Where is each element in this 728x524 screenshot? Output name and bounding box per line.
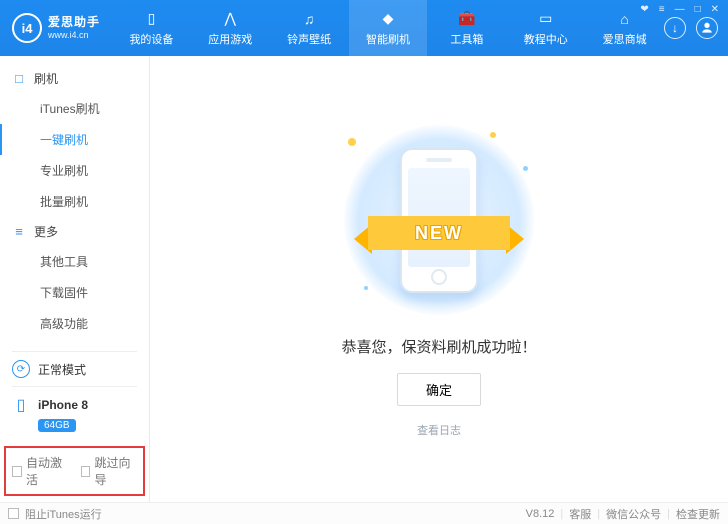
device-mode[interactable]: ⟳ 正常模式 — [12, 351, 137, 386]
book-icon: ▭ — [537, 10, 555, 28]
tab-book[interactable]: ▭ 教程中心 — [506, 0, 585, 56]
auto-activate-checkbox[interactable]: 自动激活 — [12, 454, 69, 488]
sidebar-item[interactable]: 专业刷机 — [0, 155, 149, 186]
tab-label: 应用游戏 — [208, 31, 252, 47]
tab-label: 我的设备 — [129, 31, 173, 47]
version-label: V8.12 — [526, 508, 555, 520]
sidebar-item[interactable]: 下载固件 — [0, 277, 149, 308]
sidebar-options: 自动激活 跳过向导 — [4, 446, 145, 496]
tab-phone[interactable]: ▯ 我的设备 — [112, 0, 191, 56]
logo-mark-icon: i4 — [12, 13, 42, 43]
user-icon — [699, 20, 715, 36]
sidebar-item[interactable]: iTunes刷机 — [0, 93, 149, 124]
wechat-link[interactable]: 微信公众号 — [606, 506, 661, 522]
tab-label: 爱思商城 — [603, 31, 647, 47]
music-icon: ♫ — [300, 10, 318, 28]
shop-icon: ⌂ — [616, 10, 634, 28]
tab-flash[interactable]: ◆ 智能刷机 — [349, 0, 428, 56]
tab-music[interactable]: ♫ 铃声壁纸 — [270, 0, 349, 56]
support-link[interactable]: 客服 — [569, 506, 591, 522]
tab-apps[interactable]: ⋀ 应用游戏 — [191, 0, 270, 56]
category-label: 更多 — [34, 223, 58, 240]
category-icon: □ — [12, 71, 26, 86]
apps-icon: ⋀ — [221, 10, 239, 28]
ribbon-text: NEW — [368, 216, 510, 250]
tab-toolbox[interactable]: 🧰 工具箱 — [427, 0, 506, 56]
block-itunes-label: 阻止iTunes运行 — [25, 506, 102, 522]
maximize-icon[interactable]: □ — [692, 4, 704, 15]
device-info[interactable]: ▯ iPhone 8 64GB — [12, 386, 137, 440]
storage-badge: 64GB — [38, 419, 76, 432]
status-bar: 阻止iTunes运行 V8.12 | 客服 | 微信公众号 | 检查更新 — [0, 502, 728, 524]
logo-brand: 爱思助手 — [48, 16, 100, 30]
header-tabs: ▯ 我的设备 ⋀ 应用游戏 ♫ 铃声壁纸 ◆ 智能刷机 🧰 工具箱 ▭ 教程中心 ⌂ 爱思商城 — [112, 0, 664, 56]
close-icon[interactable]: ✕ — [708, 4, 722, 15]
tab-label: 铃声壁纸 — [287, 31, 331, 47]
success-message: 恭喜您，保资料刷机成功啦！ — [341, 336, 536, 357]
download-button[interactable]: ↓ — [664, 17, 686, 39]
category-icon: ≡ — [12, 224, 26, 239]
sidebar-category: ≡ 更多 — [0, 217, 149, 246]
user-button[interactable] — [696, 17, 718, 39]
skip-wizard-label: 跳过向导 — [94, 454, 137, 488]
sidebar-category: □ 刷机 — [0, 64, 149, 93]
sidebar: □ 刷机 iTunes刷机一键刷机专业刷机批量刷机 ≡ 更多其他工具下载固件高级功能 ⟳… — [0, 56, 150, 502]
category-label: 刷机 — [34, 70, 58, 87]
mode-label: 正常模式 — [38, 361, 86, 378]
success-illustration: NEW — [324, 120, 554, 320]
sidebar-item[interactable]: 一键刷机 — [0, 124, 149, 155]
checkbox-icon — [12, 466, 22, 477]
update-link[interactable]: 检查更新 — [676, 506, 720, 522]
checkbox-icon — [81, 466, 91, 477]
logo-site: www.i4.cn — [48, 30, 100, 40]
new-ribbon: NEW — [354, 210, 524, 260]
skip-wizard-checkbox[interactable]: 跳过向导 — [81, 454, 138, 488]
tab-label: 工具箱 — [450, 31, 483, 47]
tab-label: 教程中心 — [524, 31, 568, 47]
auto-activate-label: 自动激活 — [26, 454, 69, 488]
sidebar-item[interactable]: 其他工具 — [0, 246, 149, 277]
sidebar-item[interactable]: 批量刷机 — [0, 186, 149, 217]
phone-icon: ▯ — [142, 10, 160, 28]
device-name: iPhone 8 — [38, 398, 88, 412]
flash-icon: ◆ — [379, 10, 397, 28]
main-content: NEW 恭喜您，保资料刷机成功啦！ 确定 查看日志 — [150, 56, 728, 502]
minimize-icon[interactable]: — — [672, 4, 688, 15]
mode-icon: ⟳ — [12, 360, 30, 378]
view-log-link[interactable]: 查看日志 — [417, 422, 461, 438]
tab-label: 智能刷机 — [366, 31, 410, 47]
toolbox-icon: 🧰 — [458, 10, 476, 28]
block-itunes-checkbox[interactable]: 阻止iTunes运行 — [8, 506, 102, 522]
tab-shop[interactable]: ⌂ 爱思商城 — [585, 0, 664, 56]
app-header: ❤ ≡ — □ ✕ i4 爱思助手 www.i4.cn ▯我的设备⋀应用游戏♫铃… — [0, 0, 728, 56]
phone-icon: ▯ — [12, 395, 30, 415]
checkbox-icon — [8, 508, 19, 519]
ok-button[interactable]: 确定 — [397, 373, 481, 406]
sidebar-item[interactable]: 高级功能 — [0, 308, 149, 339]
app-logo: i4 爱思助手 www.i4.cn — [0, 0, 112, 56]
